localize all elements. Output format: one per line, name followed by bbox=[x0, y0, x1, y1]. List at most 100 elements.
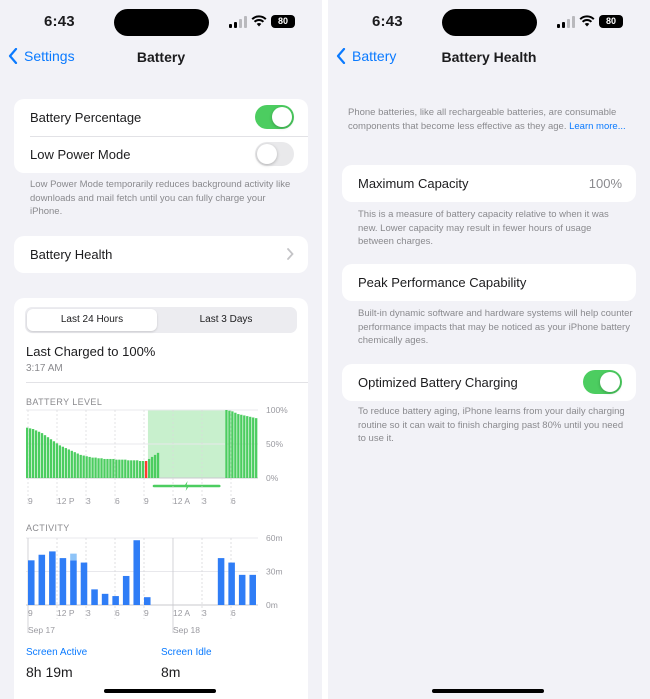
battery-bar bbox=[82, 455, 85, 478]
low-power-note: Low Power Mode temporarily reduces backg… bbox=[30, 179, 291, 217]
battery-bar bbox=[237, 414, 240, 478]
battery-health-screen: 6:43 80 Battery Battery Health Phone bat… bbox=[328, 0, 650, 699]
activity-bar bbox=[238, 574, 246, 605]
maximum-capacity-label: Maximum Capacity bbox=[358, 176, 469, 191]
battery-bar bbox=[52, 441, 56, 478]
battery-bar bbox=[255, 418, 258, 478]
battery-bar bbox=[61, 446, 65, 478]
battery-bar bbox=[142, 461, 145, 478]
cellular-signal-icon bbox=[229, 16, 247, 28]
optimized-charging-card: Optimized Battery Charging bbox=[342, 364, 636, 401]
battery-bar bbox=[67, 449, 70, 478]
activity-idle-bar bbox=[70, 553, 77, 561]
optimized-charging-toggle[interactable] bbox=[583, 370, 622, 394]
battery-health-card[interactable]: Battery Health bbox=[14, 236, 308, 273]
battery-bar bbox=[150, 456, 154, 478]
learn-more-link[interactable]: Learn more... bbox=[569, 121, 626, 132]
activity-x-tick: 12 A bbox=[173, 608, 190, 618]
maximum-capacity-note: This is a measure of battery capacity re… bbox=[358, 209, 609, 247]
usage-charts: 100% 50% 0% 9 12 P 3 6 9 12 A 3 6 60m 30m 0m 9 12 P 3 6 9 1… bbox=[26, 405, 288, 635]
battery-x-tick: 9 bbox=[28, 496, 33, 506]
cellular-signal-icon bbox=[557, 16, 575, 28]
battery-bar bbox=[55, 443, 59, 478]
battery-bar bbox=[73, 452, 76, 478]
battery-y-tick: 0% bbox=[266, 473, 279, 483]
toggle-knob bbox=[600, 372, 620, 392]
nav-bar: Settings Battery bbox=[0, 44, 322, 70]
status-bar: 6:43 80 bbox=[328, 0, 650, 44]
wifi-icon bbox=[579, 15, 595, 27]
battery-percentage-toggle[interactable] bbox=[255, 105, 294, 129]
activity-bar bbox=[38, 554, 46, 605]
battery-bar bbox=[133, 460, 136, 478]
activity-bar bbox=[101, 593, 109, 605]
battery-percentage-row: Battery Percentage bbox=[14, 99, 308, 136]
peak-performance-row: Peak Performance Capability bbox=[342, 264, 636, 301]
battery-y-tick: 50% bbox=[266, 439, 283, 449]
activity-bar bbox=[122, 575, 130, 605]
activity-bar bbox=[59, 558, 67, 605]
battery-bar bbox=[139, 461, 142, 478]
activity-bar bbox=[144, 597, 151, 605]
battery-percentage-label: Battery Percentage bbox=[30, 110, 142, 125]
battery-bar bbox=[156, 452, 160, 478]
battery-bar bbox=[31, 429, 35, 478]
battery-bar bbox=[246, 416, 249, 478]
battery-status-icon: 80 bbox=[271, 15, 295, 28]
battery-bar bbox=[28, 428, 32, 478]
low-power-mode-label: Low Power Mode bbox=[30, 147, 131, 162]
battery-bar bbox=[231, 411, 234, 478]
battery-status-icon: 80 bbox=[599, 15, 623, 28]
optimized-charging-label: Optimized Battery Charging bbox=[358, 375, 518, 390]
battery-bar bbox=[240, 414, 243, 478]
battery-health-row[interactable]: Battery Health bbox=[14, 236, 308, 273]
battery-bar bbox=[34, 430, 38, 478]
optimized-charging-note: To reduce battery aging, iPhone learns f… bbox=[358, 406, 625, 444]
battery-settings-card: Battery Percentage Low Power Mode bbox=[14, 99, 308, 173]
status-time: 6:43 bbox=[372, 13, 403, 30]
battery-bar bbox=[97, 458, 100, 478]
activity-x-tick: 6 bbox=[115, 608, 120, 618]
battery-bar bbox=[103, 458, 106, 478]
battery-bar bbox=[144, 461, 148, 478]
battery-bar bbox=[228, 410, 231, 478]
battery-bar bbox=[76, 453, 79, 478]
battery-x-tick: 6 bbox=[115, 496, 120, 506]
activity-x-tick: 3 bbox=[202, 608, 207, 618]
status-time: 6:43 bbox=[44, 13, 75, 30]
usage-card: Last 24 Hours Last 3 Days Last Charged t… bbox=[14, 298, 308, 699]
low-power-mode-toggle[interactable] bbox=[255, 142, 294, 166]
battery-bar bbox=[64, 448, 67, 478]
battery-bar bbox=[124, 459, 127, 478]
battery-x-tick: 6 bbox=[231, 496, 236, 506]
activity-y-tick: 60m bbox=[266, 533, 283, 543]
battery-bar bbox=[40, 433, 44, 478]
activity-x-tick: 6 bbox=[231, 608, 236, 618]
battery-bar bbox=[234, 412, 237, 478]
battery-bar bbox=[121, 459, 124, 478]
battery-x-tick: 3 bbox=[86, 496, 91, 506]
wifi-icon bbox=[251, 15, 267, 27]
battery-bar bbox=[37, 431, 41, 478]
battery-x-tick: 12 P bbox=[57, 496, 75, 506]
battery-bar bbox=[58, 445, 62, 478]
screen-idle-label: Screen Idle bbox=[161, 647, 212, 658]
battery-bar bbox=[49, 439, 53, 478]
activity-bar bbox=[133, 540, 140, 605]
battery-screen: 6:43 80 Settings Battery Battery Percent… bbox=[0, 0, 322, 699]
home-indicator bbox=[432, 689, 544, 693]
battery-health-label: Battery Health bbox=[30, 247, 113, 262]
battery-bar bbox=[46, 437, 50, 478]
dynamic-island bbox=[442, 9, 537, 36]
chevron-right-icon bbox=[287, 248, 294, 260]
nav-bar: Battery Battery Health bbox=[328, 44, 650, 70]
bolt-icon bbox=[183, 481, 190, 491]
battery-bar bbox=[115, 459, 118, 478]
activity-x-tick: 12 P bbox=[57, 608, 75, 618]
peak-performance-card: Peak Performance Capability bbox=[342, 264, 636, 301]
battery-bar bbox=[94, 457, 97, 478]
dynamic-island bbox=[114, 9, 209, 36]
battery-bar bbox=[88, 456, 91, 478]
battery-bar bbox=[252, 417, 255, 478]
maximum-capacity-card: Maximum Capacity 100% bbox=[342, 165, 636, 202]
